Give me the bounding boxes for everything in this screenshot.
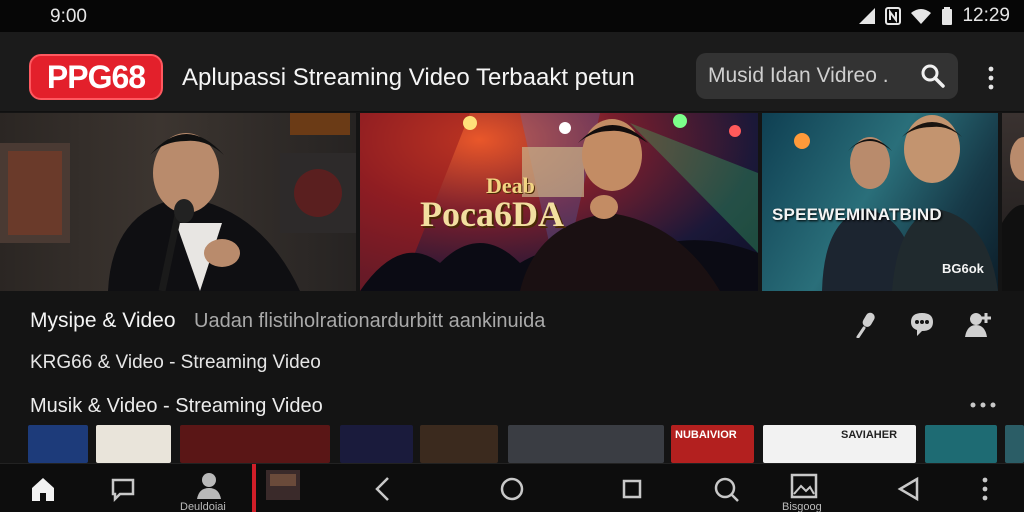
home-icon[interactable]: [28, 474, 58, 504]
hero-banner[interactable]: SPEEWEMINATBIND BG6ok: [762, 113, 998, 291]
user-add-icon[interactable]: [964, 310, 992, 338]
thumbnail-label: SAVIAHER: [841, 429, 898, 441]
status-bar: 9:00 12:29: [0, 0, 1024, 32]
home-circle-icon[interactable]: [497, 474, 527, 504]
recents-icon[interactable]: [617, 474, 647, 504]
row-title: Musik & Video - Streaming Video: [30, 395, 323, 417]
status-clock: 12:29: [962, 5, 1010, 26]
chat-icon[interactable]: [908, 310, 936, 338]
subtitle-line: KRG66 & Video - Streaming Video: [30, 352, 321, 373]
hero-carousel: Deab Poca6DA SPEEWEMINATBIND BG6ok: [0, 113, 1024, 291]
banner-tag: BG6ok: [942, 261, 984, 276]
app-title: Aplupassi Streaming Video Terbaakt petun: [182, 64, 635, 91]
thumbnail-row: NUBAIVIOR SAVIAHER: [0, 425, 1024, 463]
status-time: 9:00: [50, 6, 87, 27]
back-icon[interactable]: [368, 474, 398, 504]
search-box[interactable]: [696, 53, 958, 99]
battery-icon: [941, 7, 953, 25]
video-thumbnail[interactable]: [28, 425, 88, 463]
gallery-label: Bisgoog: [782, 501, 822, 512]
bottom-navigation: Deuldoiai Bisgoog: [0, 463, 1024, 512]
video-thumbnail[interactable]: NUBAIVIOR: [671, 425, 754, 463]
search-input[interactable]: [708, 63, 908, 89]
profile-icon[interactable]: [194, 470, 224, 500]
thumbnail-label: NUBAIVIOR: [675, 429, 737, 441]
wifi-icon: [910, 7, 932, 25]
hero-banner[interactable]: [0, 113, 356, 291]
video-thumbnail[interactable]: [1005, 425, 1024, 463]
search-icon[interactable]: [920, 63, 946, 89]
signal-icon: [858, 7, 876, 25]
row-more-icon[interactable]: [968, 398, 998, 412]
hero-banner[interactable]: [1002, 113, 1024, 291]
more-options-icon[interactable]: [980, 64, 1002, 92]
back-triangle-icon[interactable]: [893, 474, 923, 504]
now-playing-thumbnail[interactable]: [252, 464, 302, 512]
hero-banner[interactable]: Deab Poca6DA: [360, 113, 758, 291]
messages-icon[interactable]: [108, 474, 138, 504]
microphone-icon[interactable]: [852, 310, 880, 338]
app-logo[interactable]: PPG68: [29, 54, 163, 100]
banner-artwork: [1002, 137, 1024, 291]
app-header: PPG68 Aplupassi Streaming Video Terbaakt…: [0, 32, 1024, 112]
search-chat-icon[interactable]: [711, 474, 741, 504]
video-thumbnail[interactable]: [420, 425, 498, 463]
video-thumbnail[interactable]: [180, 425, 330, 463]
video-thumbnail[interactable]: SAVIAHER: [763, 425, 916, 463]
profile-label: Deuldoiai: [180, 501, 226, 512]
banner-title: SPEEWEMINATBIND: [772, 205, 942, 224]
video-thumbnail[interactable]: [508, 425, 664, 463]
video-thumbnail[interactable]: [340, 425, 413, 463]
nav-more-icon[interactable]: [970, 474, 1000, 504]
banner-artwork: [0, 113, 356, 291]
section-description: Uadan flistiholrationardurbitt aankinuid…: [194, 310, 546, 332]
status-icons: 12:29: [858, 5, 1010, 27]
video-thumbnail[interactable]: [925, 425, 997, 463]
banner-title: Poca6DA: [420, 194, 564, 234]
section-title: Mysipe & Video: [30, 309, 176, 332]
nfc-icon: [885, 7, 902, 25]
video-thumbnail[interactable]: [96, 425, 171, 463]
gallery-icon[interactable]: [789, 472, 819, 502]
